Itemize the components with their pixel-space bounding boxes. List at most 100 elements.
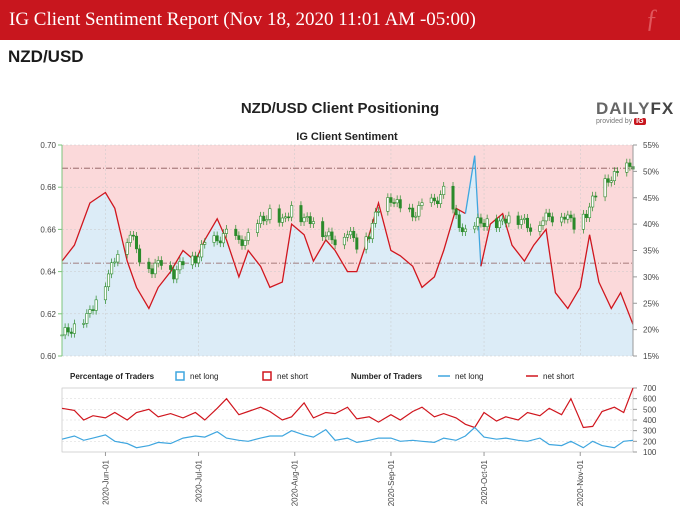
price-candle-body <box>507 215 511 224</box>
price-candle-body <box>386 197 390 212</box>
price-candle-body <box>457 214 461 228</box>
price-candle-body <box>147 261 151 270</box>
price-candle-body <box>588 206 592 219</box>
left-tick-label: 0.60 <box>40 352 56 361</box>
price-candle-body <box>615 171 619 173</box>
price-candle-body <box>299 205 303 223</box>
price-candle-body <box>203 242 207 245</box>
right-tick-label: 40% <box>643 220 659 229</box>
price-candle-body <box>193 255 197 264</box>
price-candle-body <box>212 235 216 243</box>
price-candle-body <box>169 265 173 270</box>
legend-pct-long-label: net long <box>190 372 218 381</box>
price-candle-body <box>367 236 371 240</box>
sentiment-chart: IG Client Sentiment 0.60 0.62 0.64 0.66 0.68… <box>40 131 659 506</box>
price-candle-body <box>246 232 250 241</box>
price-candle-body <box>287 216 291 219</box>
price-candle-body <box>243 240 247 246</box>
price-candle-body <box>439 194 443 205</box>
x-tick-label: 2020-Jul-01 <box>195 459 204 502</box>
price-candle-body <box>392 202 396 204</box>
price-candle-body <box>429 197 433 204</box>
price-candle-body <box>547 212 551 218</box>
count-tick-label: 500 <box>643 405 657 414</box>
right-tick-label: 15% <box>643 352 659 361</box>
legend-pct-short-label: net short <box>277 372 309 381</box>
price-candle-body <box>522 217 526 220</box>
price-candle-body <box>66 327 70 333</box>
price-candle-body <box>603 178 607 198</box>
price-candle-body <box>581 213 585 230</box>
price-candle-body <box>234 228 238 236</box>
x-axis: 2020-Jun-01 2020-Jul-01 2020-Aug-01 2020-Se… <box>101 452 585 506</box>
price-candle-body <box>175 269 179 280</box>
price-candle-body <box>178 261 182 271</box>
left-tick-label: 0.68 <box>40 183 56 192</box>
price-candle-body <box>501 218 505 222</box>
price-candle-body <box>156 260 160 264</box>
price-candle-body <box>103 286 107 301</box>
price-candle-body <box>628 162 632 167</box>
price-candle-body <box>476 217 480 227</box>
price-candle-body <box>63 327 67 336</box>
legend-pct-short-swatch <box>262 371 272 381</box>
price-candle-body <box>550 216 554 223</box>
legend-num-long-label: net long <box>455 372 483 381</box>
x-tick-label: 2020-Oct-01 <box>480 459 489 504</box>
price-candle-body <box>560 216 564 223</box>
price-candle-body <box>197 256 201 264</box>
count-tick-label: 400 <box>643 416 657 425</box>
left-tick-label: 0.64 <box>40 268 56 277</box>
price-candle-body <box>442 185 446 195</box>
price-candle-body <box>259 215 263 224</box>
left-tick-label: 0.62 <box>40 310 56 319</box>
price-candle-body <box>355 237 359 250</box>
price-candle-body <box>395 199 399 204</box>
price-candle-body <box>69 331 73 334</box>
price-candle-body <box>172 269 176 280</box>
x-tick-label: 2020-Nov-01 <box>576 459 585 506</box>
price-candle-body <box>153 262 157 275</box>
price-candle-body <box>345 234 349 238</box>
count-tick-label: 300 <box>643 427 657 436</box>
price-candle-body <box>240 239 244 246</box>
price-candle-body <box>609 180 613 183</box>
left-tick-label: 0.66 <box>40 225 56 234</box>
price-candle-body <box>311 221 315 225</box>
count-tick-label: 600 <box>643 395 657 404</box>
price-candle-body <box>563 216 567 220</box>
price-candle-body <box>262 215 266 222</box>
legend-num-short-label: net short <box>543 372 575 381</box>
price-candle-body <box>398 199 402 209</box>
price-candle-body <box>414 215 418 218</box>
right-tick-label: 20% <box>643 326 659 335</box>
right-tick-label: 25% <box>643 299 659 308</box>
price-candle-body <box>138 248 142 263</box>
price-candle-body <box>125 242 129 255</box>
legend-pct-long-swatch <box>175 371 185 381</box>
right-tick-label: 30% <box>643 273 659 282</box>
price-candle-body <box>224 228 228 234</box>
price-candle-body <box>131 234 135 237</box>
price-candle-body <box>128 234 132 243</box>
price-candle-body <box>113 261 117 264</box>
price-candle-body <box>110 262 114 275</box>
price-candle-body <box>72 323 76 334</box>
chart-subtitle: IG Client Sentiment <box>296 131 398 143</box>
price-candle-body <box>268 208 272 220</box>
price-candle-body <box>159 260 163 266</box>
trader-count-plot: 100 200300 400 500600 700 <box>61 384 657 457</box>
price-candle-body <box>364 236 368 250</box>
price-candle-body <box>544 212 548 222</box>
price-candle-body <box>321 221 325 238</box>
price-candle-body <box>342 236 346 246</box>
price-candle-body <box>606 178 610 183</box>
price-candle-body <box>85 313 89 324</box>
main-plot: 0.60 0.62 0.64 0.66 0.68 0.70 15% 20% 25% 30% 35% 4… <box>40 141 659 361</box>
price-candle-body <box>463 228 467 233</box>
price-candle-body <box>352 230 356 239</box>
price-candle-body <box>218 240 222 244</box>
right-tick-label: 45% <box>643 194 659 203</box>
price-candle-body <box>435 200 439 205</box>
price-candle-body <box>94 299 98 311</box>
